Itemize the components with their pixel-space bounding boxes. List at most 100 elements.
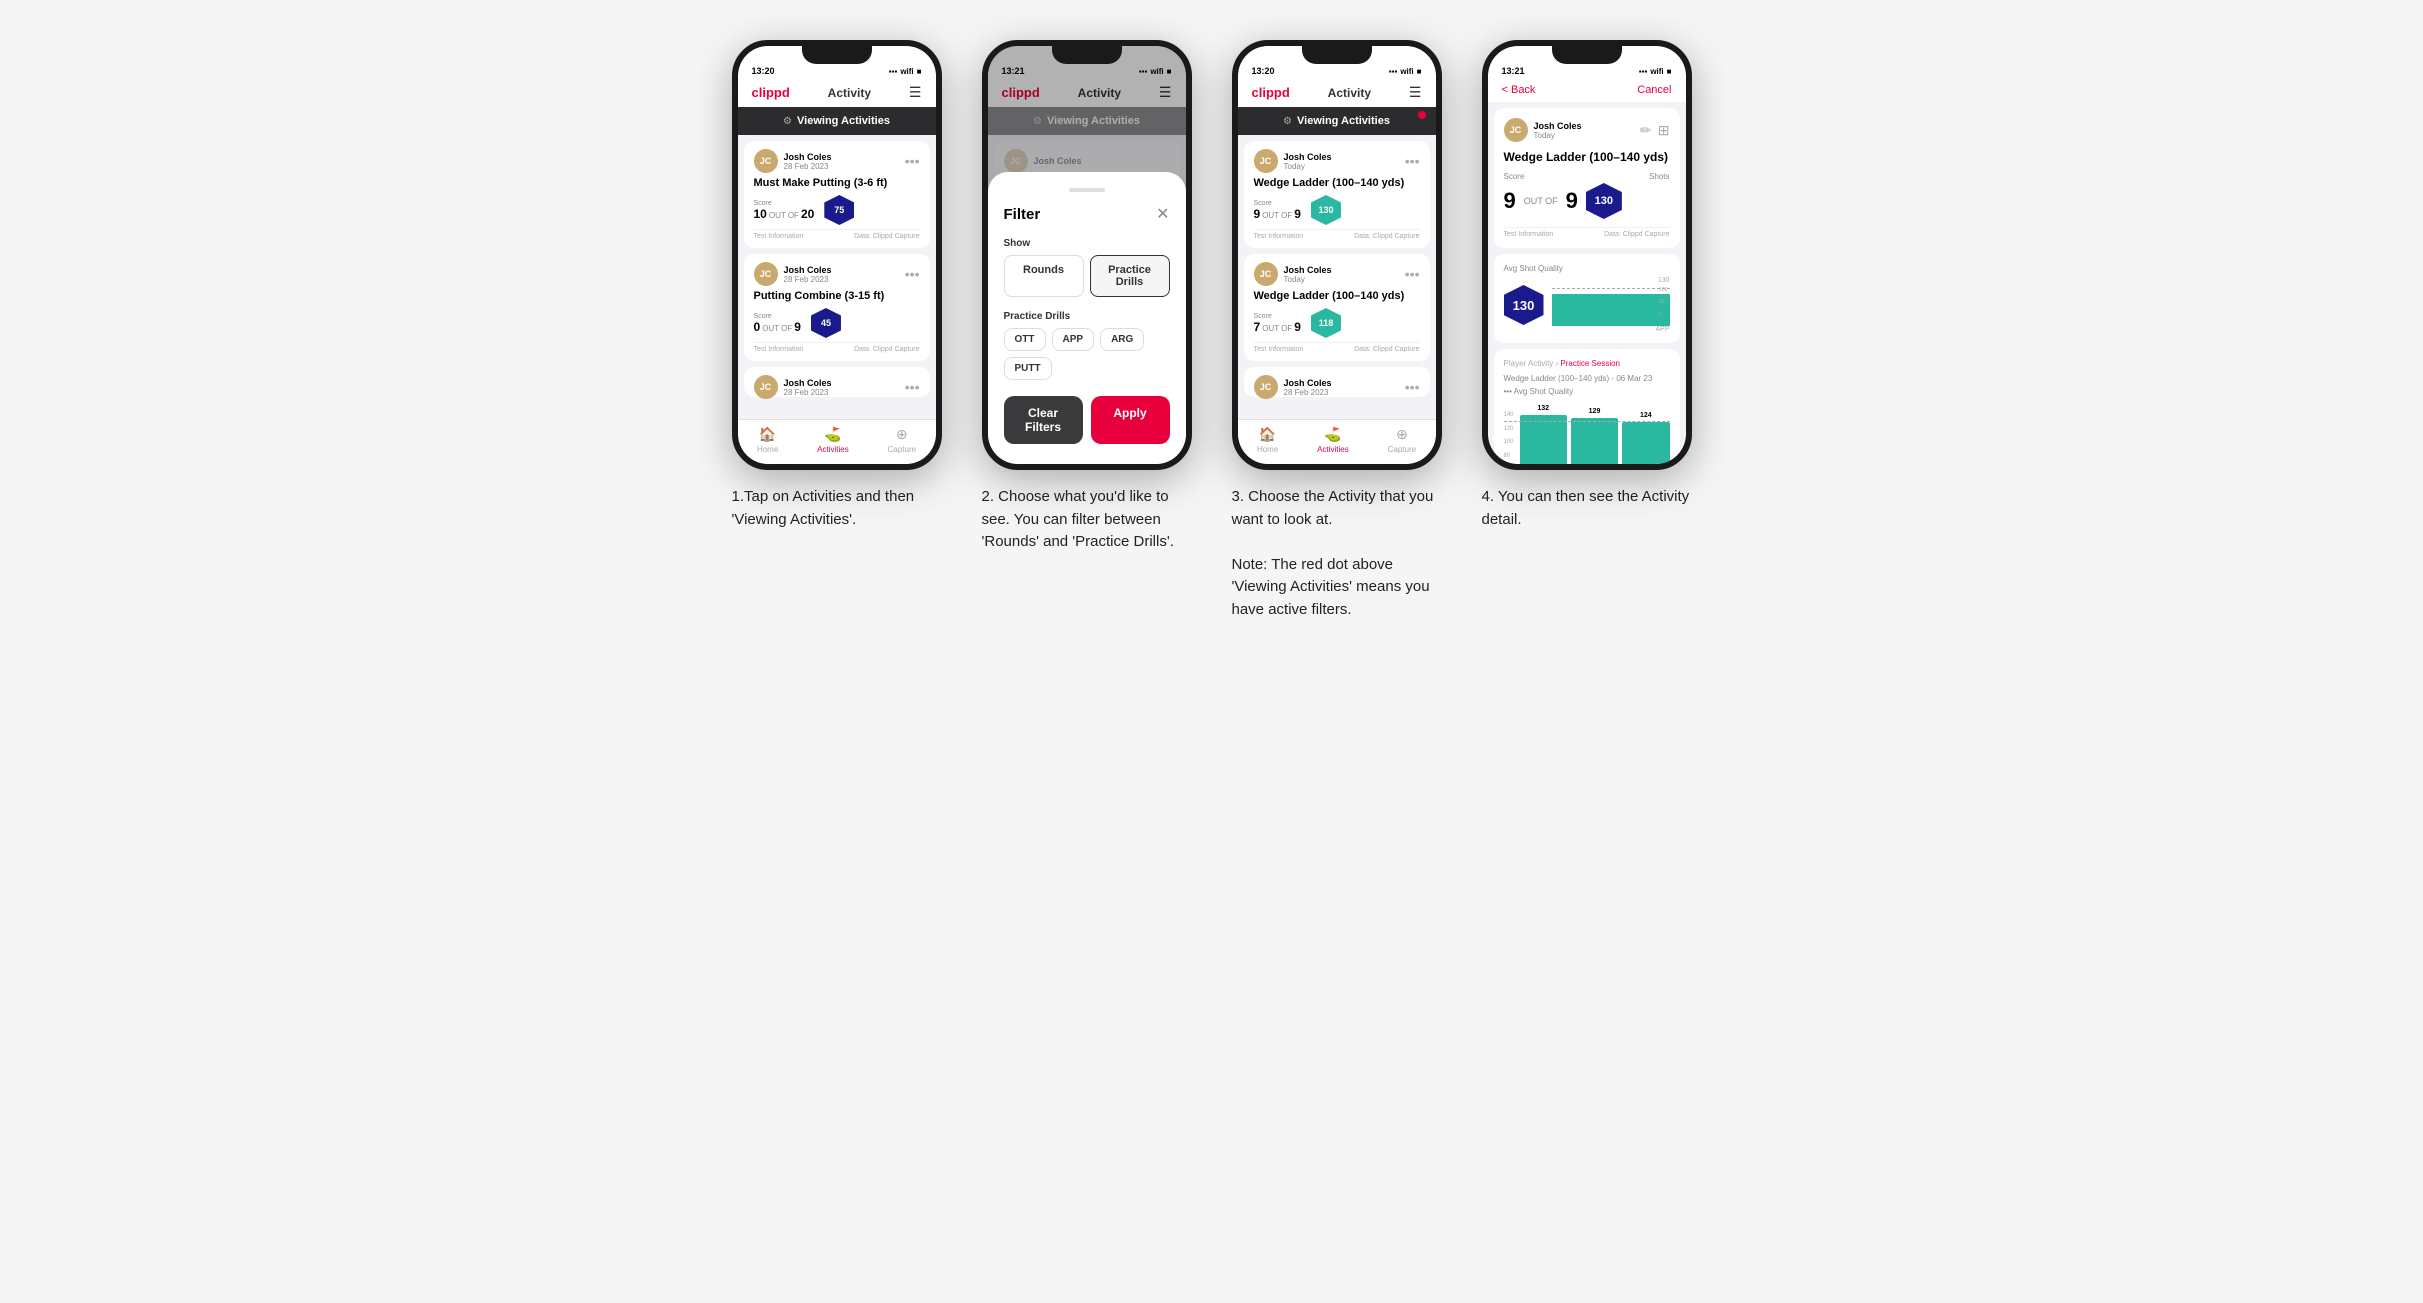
tab-home-1[interactable]: 🏠 Home — [757, 426, 778, 454]
userdate-3-1: Today — [1284, 162, 1405, 171]
menu-icon-1[interactable]: ☰ — [909, 84, 922, 101]
activity-list-1: JC Josh Coles 28 Feb 2023 ••• Must Make … — [738, 135, 936, 419]
detail-info-footer: Test Information Data: Clippd Capture — [1504, 227, 1670, 238]
info-text-3-1: Test Information — [1254, 233, 1304, 240]
battery-icon: ■ — [917, 67, 922, 76]
avg-sq-row: 130 130 APP 100 50 — [1504, 277, 1670, 333]
logo-1: clippd — [752, 85, 790, 100]
practice-drills-btn[interactable]: Practice Drills — [1090, 255, 1170, 297]
detail-name-date: Josh Coles Today — [1534, 121, 1582, 140]
app-nav-3: clippd Activity ☰ — [1238, 78, 1436, 107]
nav-title-1: Activity — [828, 86, 871, 100]
modal-overlay-2: Filter ✕ Show Rounds Practice Drills Pra… — [988, 46, 1186, 464]
viewing-bar-1[interactable]: ⚙ Viewing Activities — [738, 107, 936, 135]
y-axis-4: 1401201008060 — [1504, 412, 1516, 464]
viewing-bar-3[interactable]: ⚙ Viewing Activities — [1238, 107, 1436, 135]
username-1-2: Josh Coles — [784, 265, 905, 275]
avatar-3-2: JC — [1254, 262, 1278, 286]
drill-name-3-2: Wedge Ladder (100–140 yds) — [1254, 290, 1420, 302]
of-1-2: OUT OF — [762, 324, 792, 333]
activity-card-1-1[interactable]: JC Josh Coles 28 Feb 2023 ••• Must Make … — [744, 141, 930, 248]
activity-card-3-1[interactable]: JC Josh Coles Today ••• Wedge Ladder (10… — [1244, 141, 1430, 248]
wifi-icon: wifi — [900, 67, 913, 76]
detail-info-text: Test Information — [1504, 231, 1554, 238]
chart-axis-label-app: APP — [1552, 326, 1670, 333]
detail-stats-header: Score Shots — [1504, 172, 1670, 181]
back-btn-4[interactable]: < Back — [1502, 84, 1536, 96]
app-nav-1: clippd Activity ☰ — [738, 78, 936, 107]
logo-3: clippd — [1252, 85, 1290, 100]
username-3-2: Josh Coles — [1284, 265, 1405, 275]
detail-score-row: 9 OUT OF 9 130 — [1504, 183, 1670, 219]
close-icon[interactable]: ✕ — [1156, 204, 1169, 224]
show-label: Show — [1004, 238, 1170, 249]
modal-actions: Clear Filters Apply — [1004, 396, 1170, 444]
stats-row-1-2: Score 0 OUT OF 9 45 — [754, 308, 920, 338]
more-icon-3-3[interactable]: ••• — [1405, 379, 1420, 395]
tab-home-3[interactable]: 🏠 Home — [1257, 426, 1278, 454]
stats-row-3-2: Score 7 OUT OF 9 118 — [1254, 308, 1420, 338]
wifi-icon-4: wifi — [1650, 67, 1663, 76]
detail-drill-name: Wedge Ladder (100–140 yds) — [1504, 150, 1670, 164]
sq-hex-1-2: 45 — [811, 308, 841, 338]
of-3-2: OUT OF — [1262, 324, 1292, 333]
tag-arg[interactable]: ARG — [1100, 328, 1144, 351]
username-3-3: Josh Coles — [1284, 378, 1405, 388]
y-axis-labels: 100 50 0 — [1659, 287, 1667, 317]
dashed-line-4 — [1504, 421, 1670, 422]
stats-row-3-1: Score 9 OUT OF 9 130 — [1254, 195, 1420, 225]
activity-card-1-3[interactable]: JC Josh Coles 28 Feb 2023 ••• — [744, 367, 930, 397]
filter-sheet: Filter ✕ Show Rounds Practice Drills Pra… — [988, 172, 1186, 464]
modal-header: Filter ✕ — [1004, 204, 1170, 224]
more-icon-1-2[interactable]: ••• — [905, 266, 920, 282]
tag-app[interactable]: APP — [1052, 328, 1095, 351]
nav-title-3: Activity — [1328, 86, 1371, 100]
capture-icon-1: ⊕ — [896, 426, 908, 443]
tag-ott[interactable]: OTT — [1004, 328, 1046, 351]
apply-btn[interactable]: Apply — [1091, 396, 1170, 444]
activity-card-1-2[interactable]: JC Josh Coles 28 Feb 2023 ••• Putting Co… — [744, 254, 930, 361]
more-icon-1-3[interactable]: ••• — [905, 379, 920, 395]
user-info-3-3: Josh Coles 28 Feb 2023 — [1284, 378, 1405, 397]
userdate-1-1: 28 Feb 2023 — [784, 162, 905, 171]
of-1-1: OUT OF — [769, 211, 799, 220]
capture-icon-3: ⊕ — [1396, 426, 1408, 443]
tab-capture-3[interactable]: ⊕ Capture — [1388, 426, 1416, 454]
avg-sq-label: Avg Shot Quality — [1504, 264, 1670, 273]
stat-score-1-2: Score 0 OUT OF 9 — [754, 313, 801, 334]
bar-3: 124 — [1622, 422, 1669, 464]
home-icon-1: 🏠 — [759, 426, 776, 443]
info-text-3-2: Test Information — [1254, 346, 1304, 353]
signal-icon: ▪▪▪ — [889, 67, 898, 76]
battery-icon-4: ■ — [1667, 67, 1672, 76]
detail-score-val: 9 — [1504, 188, 1516, 214]
clear-filters-btn[interactable]: Clear Filters — [1004, 396, 1083, 444]
activity-card-3-2[interactable]: JC Josh Coles Today ••• Wedge Ladder (10… — [1244, 254, 1430, 361]
menu-icon-3[interactable]: ☰ — [1409, 84, 1422, 101]
chart-title: Wedge Ladder (100–140 yds) - 06 Mar 23 — [1504, 374, 1670, 383]
red-dot-3 — [1418, 111, 1426, 119]
tab-home-label-3: Home — [1257, 445, 1278, 454]
detail-shots-val: 9 — [1566, 188, 1578, 214]
score-label-1-2: Score — [754, 313, 801, 320]
avatar-4: JC — [1504, 118, 1528, 142]
more-icon-3-2[interactable]: ••• — [1405, 266, 1420, 282]
userdate-1-2: 28 Feb 2023 — [784, 275, 905, 284]
tab-activities-3[interactable]: ⛳ Activities — [1317, 426, 1349, 454]
more-icon-1-1[interactable]: ••• — [905, 153, 920, 169]
tag-putt[interactable]: PUTT — [1004, 357, 1052, 380]
rounds-btn[interactable]: Rounds — [1004, 255, 1084, 297]
activity-card-3-3[interactable]: JC Josh Coles 28 Feb 2023 ••• — [1244, 367, 1430, 397]
notch-4 — [1552, 46, 1622, 64]
edit-icon[interactable]: ✏ — [1640, 122, 1652, 139]
filter-toggle-row: Rounds Practice Drills — [1004, 255, 1170, 297]
tab-bar-1: 🏠 Home ⛳ Activities ⊕ Capture — [738, 419, 936, 464]
username-1-1: Josh Coles — [784, 152, 905, 162]
phone-1: 13:20 ▪▪▪ wifi ■ clippd Activity ☰ ⚙ Vie… — [732, 40, 942, 470]
tab-activities-1[interactable]: ⛳ Activities — [817, 426, 849, 454]
practice-session-label: Player Activity › Practice Session — [1504, 359, 1670, 368]
expand-icon[interactable]: ⊞ — [1658, 122, 1670, 139]
cancel-btn-4[interactable]: Cancel — [1637, 84, 1671, 96]
tab-capture-1[interactable]: ⊕ Capture — [888, 426, 916, 454]
more-icon-3-1[interactable]: ••• — [1405, 153, 1420, 169]
